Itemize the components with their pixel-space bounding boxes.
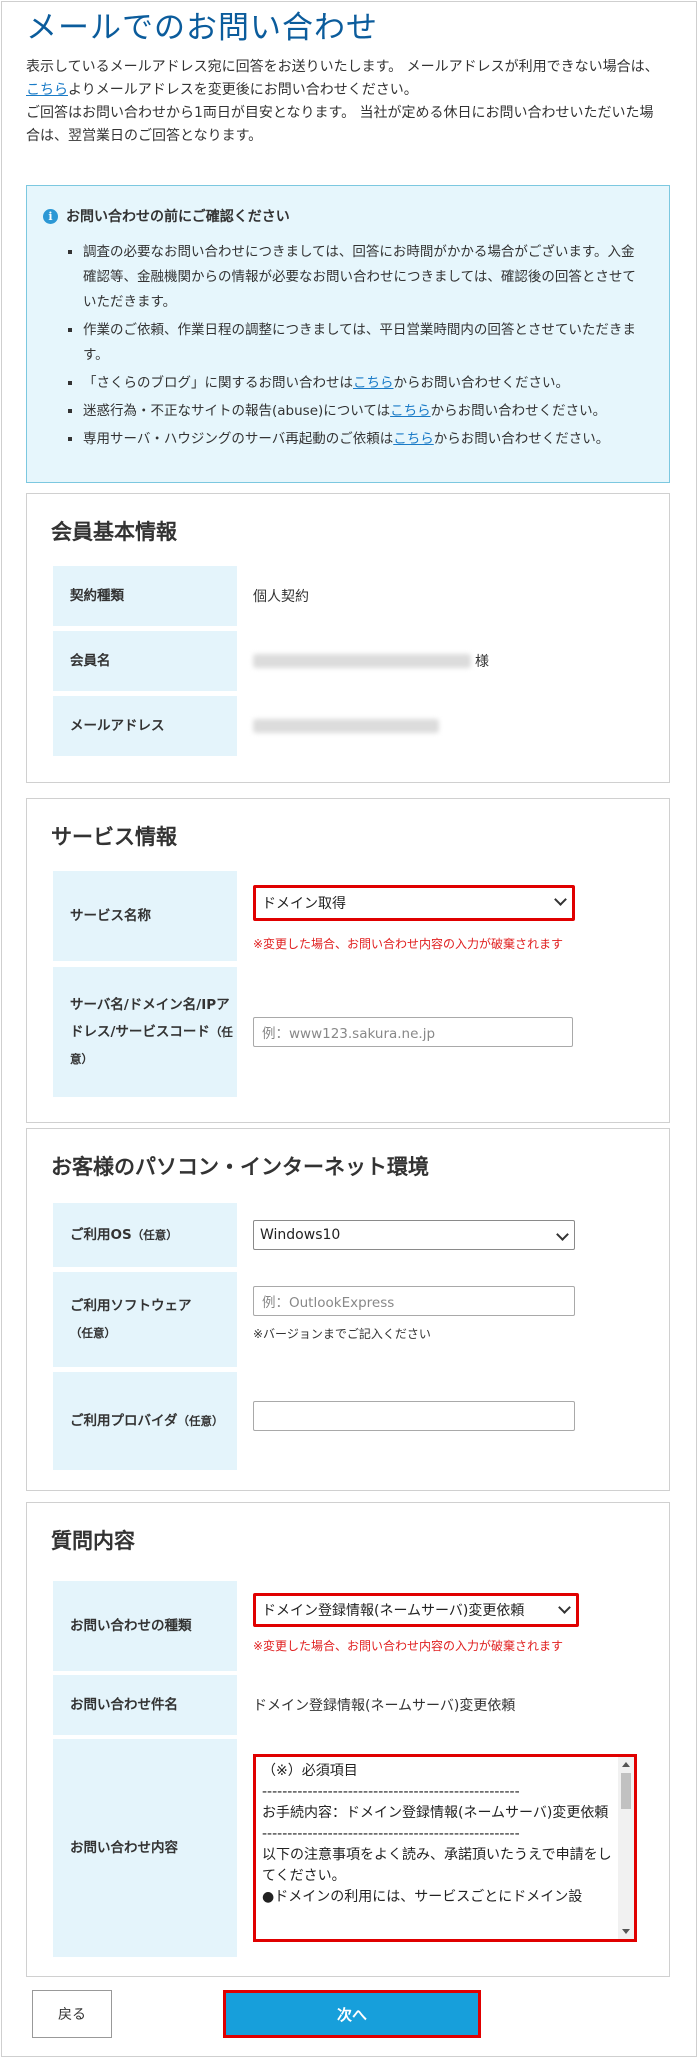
redacted-email [253, 719, 439, 733]
notice-item: 「さくらのブログ」に関するお問い合わせはこちらからお問い合わせください。 [83, 371, 647, 396]
honorific: 様 [475, 654, 489, 670]
server-name-label: サーバ名/ドメイン名/IPアドレス/サービスコード（任意） [53, 967, 237, 1097]
notice-list: 調査の必要なお問い合わせにつきましては、回答にお時間がかかる場合がございます。入… [49, 240, 647, 452]
section-heading: 会員基本情報 [51, 520, 177, 544]
chevron-down-icon [554, 893, 567, 906]
textarea-line: お手続内容：ドメイン登録情報(ネームサーバ)変更依頼 [262, 1805, 609, 1821]
member-name-row: 会員名 様 [53, 631, 645, 691]
abuse-report-link[interactable]: こちら [390, 403, 431, 419]
question-section: 質問内容 お問い合わせの種類 ドメイン登録情報(ネームサーバ)変更依頼 ※変更し… [26, 1502, 670, 1977]
scroll-thumb[interactable] [621, 1773, 631, 1809]
service-info-section: サービス情報 サービス名称 ドメイン取得 ※変更した場合、お問い合わせ内容の入力… [26, 798, 670, 1123]
notice-item: 調査の必要なお問い合わせにつきましては、回答にお時間がかかる場合がございます。入… [83, 240, 647, 315]
inquiry-type-select[interactable]: ドメイン登録情報(ネームサーバ)変更依頼 [253, 1593, 579, 1627]
inquiry-content-textarea[interactable]: （※）必須項目 --------------------------------… [253, 1754, 637, 1942]
os-select[interactable]: Windows10 [253, 1220, 575, 1250]
section-heading: サービス情報 [51, 825, 177, 849]
change-email-link[interactable]: こちら [26, 82, 68, 98]
software-input[interactable]: 例：OutlookExpress [253, 1286, 575, 1316]
textarea-line: （※）必須項目 [262, 1763, 358, 1779]
notice-item: 専用サーバ・ハウジングのサーバ再起動のご依頼はこちらからお問い合わせください。 [83, 427, 647, 452]
contract-type-row: 契約種類 個人契約 [53, 566, 645, 626]
scroll-down-arrow-icon[interactable] [622, 1929, 630, 1934]
email-label: メールアドレス [53, 696, 237, 756]
scroll-up-arrow-icon[interactable] [622, 1762, 630, 1767]
intro-line-1: 表示しているメールアドレス宛に回答をお送りいたします。 メールアドレスが利用でき… [26, 59, 659, 75]
software-version-note: ※バージョンまでご記入ください [253, 1327, 431, 1341]
page-title: メールでのお問い合わせ [26, 10, 378, 46]
environment-section: お客様のパソコン・インターネット環境 ご利用OS（任意） Windows10 ご… [26, 1128, 670, 1491]
textarea-line: ----------------------------------------… [262, 1826, 520, 1842]
notice-title: お問い合わせの前にご確認ください [66, 209, 290, 225]
blog-inquiry-link[interactable]: こちら [353, 375, 394, 391]
notice-item: 作業のご依頼、作業日程の調整につきましては、平日営業時間内の回答とさせていただき… [83, 318, 647, 368]
textarea-line: ●ドメインの利用には、サービスごとにドメイン設 [262, 1889, 583, 1905]
inquiry-subject-label: お問い合わせ件名 [53, 1675, 237, 1735]
intro-line-3: ご回答はお問い合わせから1両日が目安となります。 当社が定める休日にお問い合わせ… [26, 105, 654, 144]
inquiry-subject-row: お問い合わせ件名 ドメイン登録情報(ネームサーバ)変更依頼 [53, 1675, 645, 1735]
notice-item: 迷惑行為・不正なサイトの報告(abuse)についてはこちらからお問い合わせくださ… [83, 399, 647, 424]
contract-type-label: 契約種類 [53, 566, 237, 626]
textarea-line: ----------------------------------------… [262, 1784, 520, 1800]
inquiry-type-warning: ※変更した場合、お問い合わせ内容の入力が破棄されます [253, 1639, 564, 1653]
member-name-label: 会員名 [53, 631, 237, 691]
member-info-section: 会員基本情報 契約種類 個人契約 会員名 様 メールアドレス [26, 493, 670, 783]
inquiry-type-label: お問い合わせの種類 [53, 1581, 237, 1671]
section-heading: お客様のパソコン・インターネット環境 [51, 1155, 429, 1179]
intro-text: 表示しているメールアドレス宛に回答をお送りいたします。 メールアドレスが利用でき… [26, 56, 666, 148]
os-label: ご利用OS（任意） [53, 1203, 237, 1267]
service-change-warning: ※変更した場合、お問い合わせ内容の入力が破棄されます [253, 937, 564, 951]
chevron-down-icon [558, 1601, 571, 1614]
service-name-select[interactable]: ドメイン取得 [253, 885, 575, 921]
chevron-down-icon [556, 1228, 569, 1241]
textarea-scrollbar[interactable] [618, 1757, 634, 1939]
section-heading: 質問内容 [51, 1529, 135, 1553]
software-label: ご利用ソフトウェア（任意） [53, 1272, 237, 1367]
contract-type-value: 個人契約 [253, 589, 309, 605]
email-row: メールアドレス [53, 696, 645, 756]
redacted-member-name [253, 654, 471, 668]
pre-inquiry-notice: i お問い合わせの前にご確認ください 調査の必要なお問い合わせにつきましては、回… [26, 185, 670, 483]
inquiry-content-label: お問い合わせ内容 [53, 1739, 237, 1957]
inquiry-subject-value: ドメイン登録情報(ネームサーバ)変更依頼 [253, 1698, 516, 1714]
next-button[interactable]: 次へ [223, 1990, 481, 2038]
service-name-label: サービス名称 [53, 871, 237, 961]
server-reboot-link[interactable]: こちら [393, 431, 434, 447]
provider-input[interactable] [253, 1401, 575, 1431]
server-name-input[interactable]: 例：www123.sakura.ne.jp [253, 1017, 573, 1047]
back-button[interactable]: 戻る [32, 1990, 112, 2038]
provider-label: ご利用プロバイダ（任意） [53, 1372, 237, 1470]
intro-line-2: よりメールアドレスを変更後にお問い合わせください。 [68, 82, 418, 98]
info-icon: i [43, 208, 58, 224]
textarea-line: 以下の注意事項をよく読み、承諾頂いたうえで申請をしてください。 [262, 1847, 612, 1884]
